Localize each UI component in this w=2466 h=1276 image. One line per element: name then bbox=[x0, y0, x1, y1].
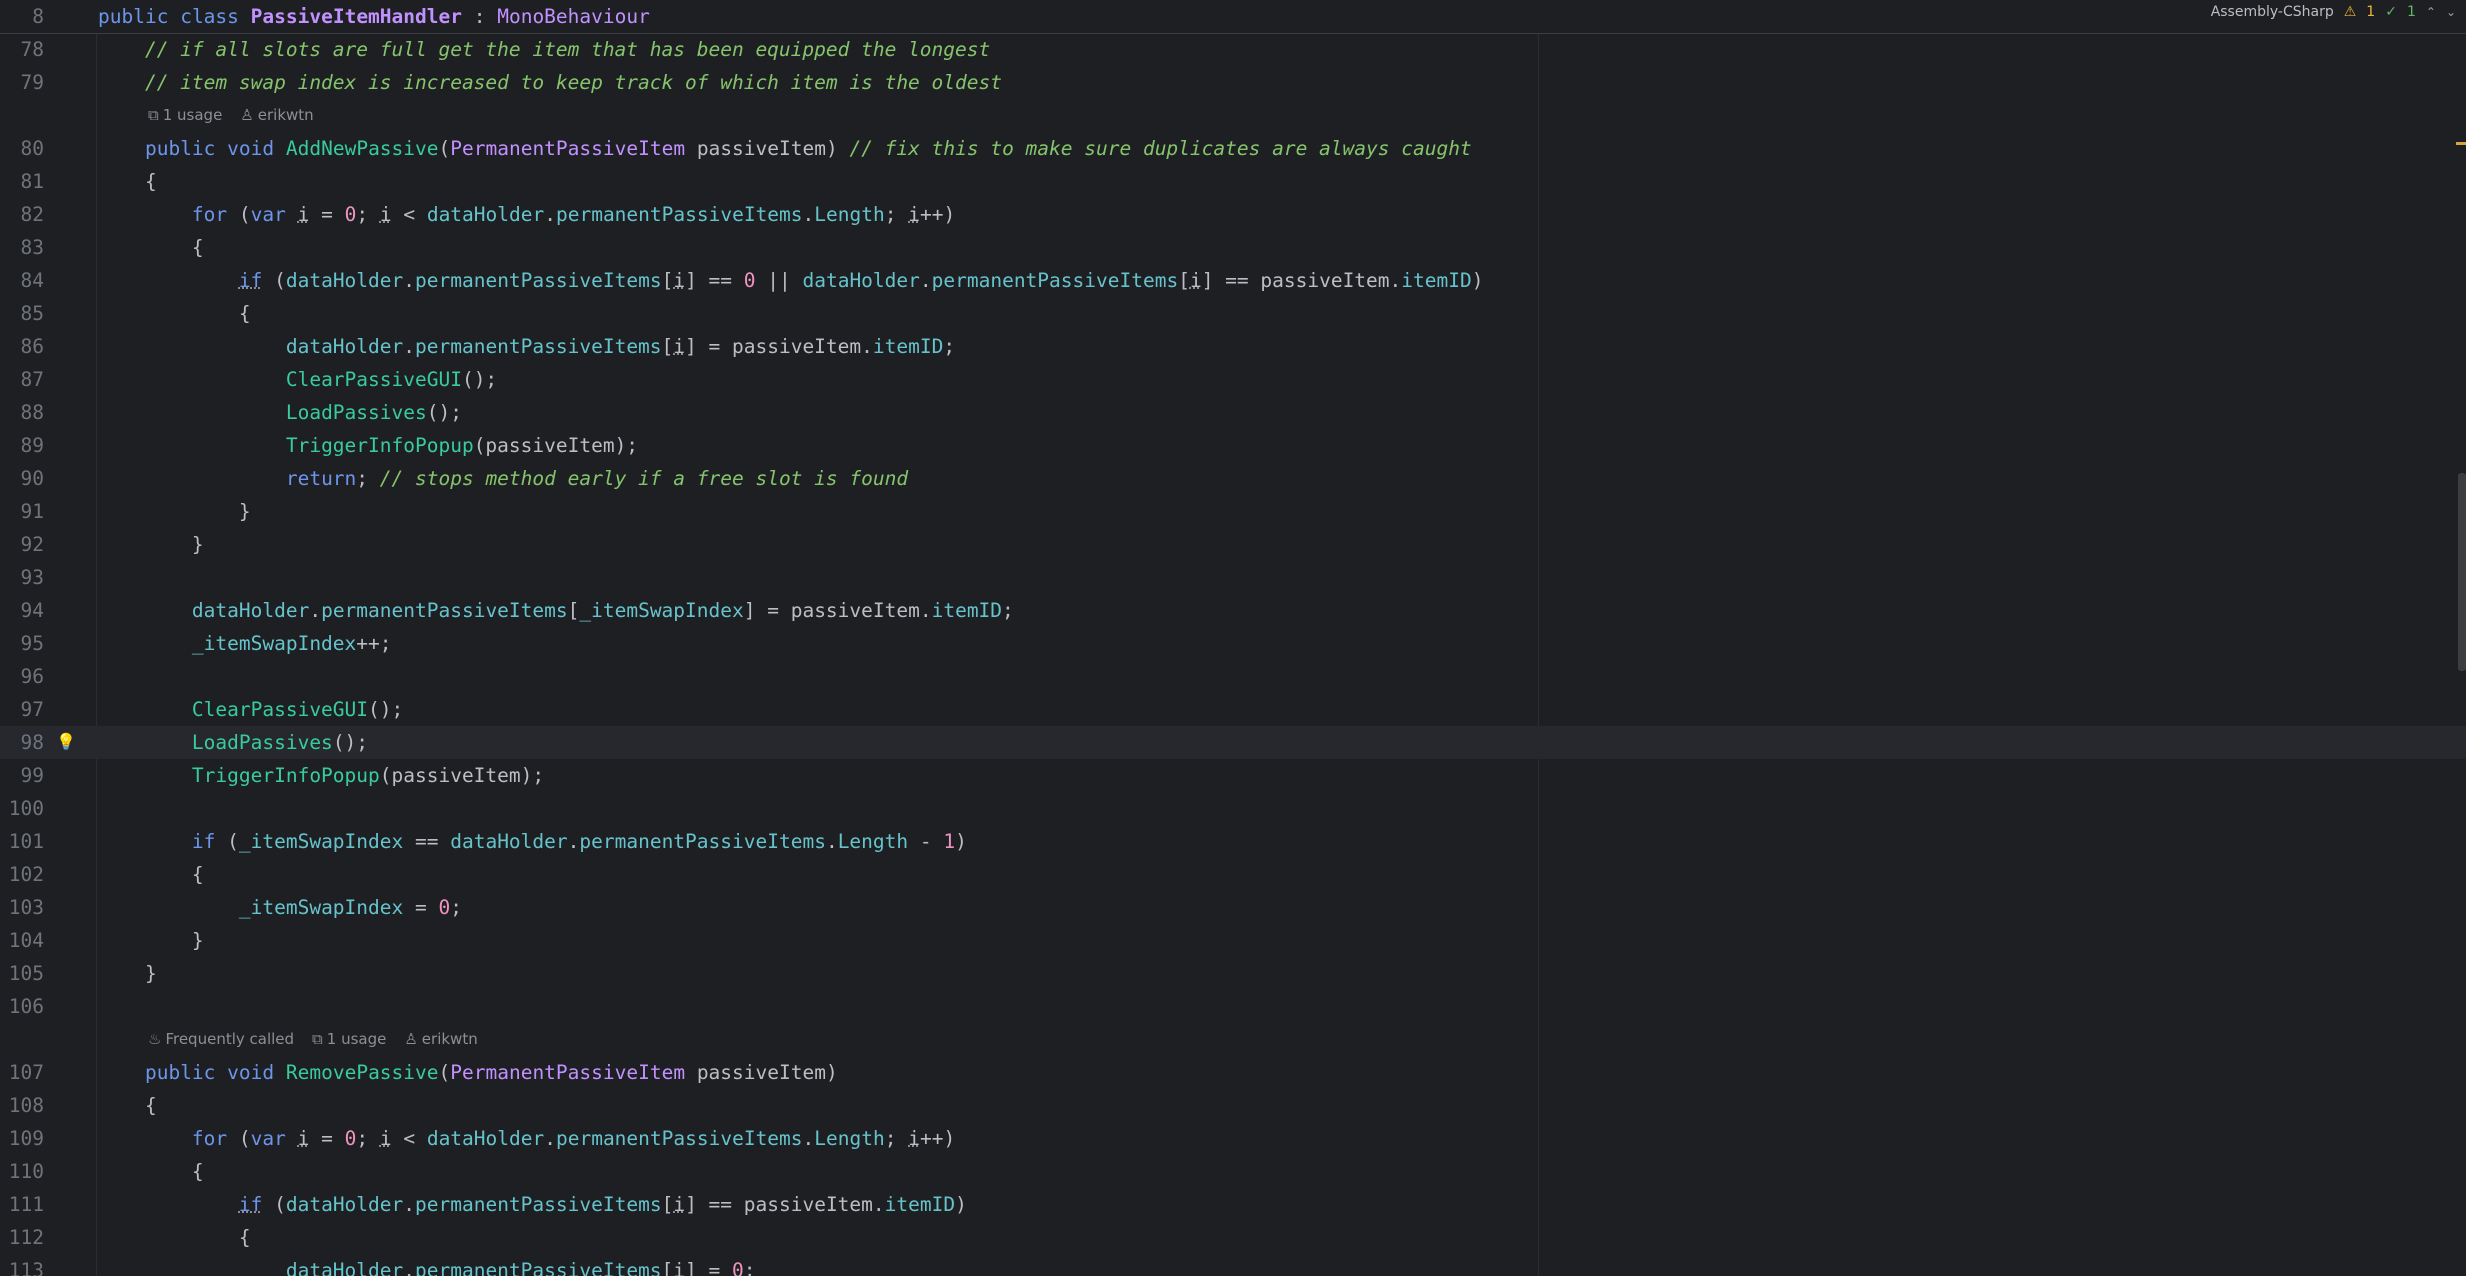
line-number: 85 bbox=[20, 302, 44, 325]
line-number: 91 bbox=[20, 500, 44, 523]
code-line[interactable]: 103 _itemSwapIndex = 0; bbox=[0, 891, 2466, 924]
line-number: 90 bbox=[20, 467, 44, 490]
line-number: 93 bbox=[20, 566, 44, 589]
line-number: 107 bbox=[8, 1061, 44, 1084]
code-line[interactable]: 79 // item swap index is increased to ke… bbox=[0, 66, 2466, 99]
check-count[interactable]: 1 bbox=[2407, 4, 2416, 20]
person-icon: ♙ bbox=[240, 106, 254, 124]
line-number: 83 bbox=[20, 236, 44, 259]
line-number: 99 bbox=[20, 764, 44, 787]
person-icon: ♙ bbox=[404, 1030, 418, 1048]
warning-icon[interactable]: ⚠ bbox=[2344, 4, 2357, 20]
line-number: 87 bbox=[20, 368, 44, 391]
line-number: 78 bbox=[20, 38, 44, 61]
line-number: 109 bbox=[8, 1127, 44, 1150]
line-number: 95 bbox=[20, 632, 44, 655]
line-number: 8 bbox=[32, 5, 44, 28]
code-line[interactable]: 105 } bbox=[0, 957, 2466, 990]
code-vision-hints: ♨ Frequently called ⧉ 1 usage ♙ erikwtn bbox=[0, 1023, 2466, 1056]
code-line[interactable]: 97 ClearPassiveGUI(); bbox=[0, 693, 2466, 726]
line-number: 106 bbox=[8, 995, 44, 1018]
line-number: 111 bbox=[8, 1193, 44, 1216]
code-line[interactable]: 85 { bbox=[0, 297, 2466, 330]
code-line[interactable]: 108 { bbox=[0, 1089, 2466, 1122]
author-hint[interactable]: ♙ erikwtn bbox=[240, 99, 313, 132]
line-number: 86 bbox=[20, 335, 44, 358]
line-number: 79 bbox=[20, 71, 44, 94]
line-number: 84 bbox=[20, 269, 44, 292]
code-line[interactable]: 93 bbox=[0, 561, 2466, 594]
lightbulb-icon[interactable]: 💡 bbox=[56, 732, 76, 752]
line-number: 97 bbox=[20, 698, 44, 721]
code-lines[interactable]: 78 // if all slots are full get the item… bbox=[0, 33, 2466, 1276]
line-number: 94 bbox=[20, 599, 44, 622]
code-line[interactable]: 101 if (_itemSwapIndex == dataHolder.per… bbox=[0, 825, 2466, 858]
line-number: 101 bbox=[8, 830, 44, 853]
project-context-label[interactable]: Assembly-CSharp bbox=[2211, 4, 2334, 20]
usage-icon: ⧉ bbox=[312, 1030, 323, 1048]
sticky-code-line: public class PassiveItemHandler : MonoBe… bbox=[98, 5, 650, 28]
code-line[interactable]: 111 if (dataHolder.permanentPassiveItems… bbox=[0, 1188, 2466, 1221]
line-number: 108 bbox=[8, 1094, 44, 1117]
line-number: 112 bbox=[8, 1226, 44, 1249]
code-line[interactable]: 109 for (var i = 0; i < dataHolder.perma… bbox=[0, 1122, 2466, 1155]
line-number: 104 bbox=[8, 929, 44, 952]
line-number: 81 bbox=[20, 170, 44, 193]
code-line[interactable]: 104 } bbox=[0, 924, 2466, 957]
check-icon[interactable]: ✓ bbox=[2385, 4, 2397, 20]
code-line[interactable]: 89 TriggerInfoPopup(passiveItem); bbox=[0, 429, 2466, 462]
code-line[interactable]: 78 // if all slots are full get the item… bbox=[0, 33, 2466, 66]
code-line[interactable]: 107 public void RemovePassive(PermanentP… bbox=[0, 1056, 2466, 1089]
frequency-hint[interactable]: ♨ Frequently called bbox=[148, 1023, 294, 1056]
code-line[interactable]: 84 if (dataHolder.permanentPassiveItems[… bbox=[0, 264, 2466, 297]
line-number: 102 bbox=[8, 863, 44, 886]
line-number: 100 bbox=[8, 797, 44, 820]
code-line[interactable]: 83 { bbox=[0, 231, 2466, 264]
line-number: 92 bbox=[20, 533, 44, 556]
usage-icon: ⧉ bbox=[148, 106, 159, 124]
line-number: 98 bbox=[20, 731, 44, 754]
chevron-up-icon[interactable]: ⌃ bbox=[2426, 5, 2436, 19]
line-number: 113 bbox=[8, 1259, 44, 1276]
code-line[interactable]: 82 for (var i = 0; i < dataHolder.perman… bbox=[0, 198, 2466, 231]
warning-count[interactable]: 1 bbox=[2366, 4, 2375, 20]
line-number: 105 bbox=[8, 962, 44, 985]
line-number: 110 bbox=[8, 1160, 44, 1183]
code-line[interactable]: 112 { bbox=[0, 1221, 2466, 1254]
line-number: 89 bbox=[20, 434, 44, 457]
code-line[interactable]: 95 _itemSwapIndex++; bbox=[0, 627, 2466, 660]
code-line[interactable]: 113 dataHolder.permanentPassiveItems[i] … bbox=[0, 1254, 2466, 1276]
code-line[interactable]: 88 LoadPassives(); bbox=[0, 396, 2466, 429]
code-line[interactable]: 86 dataHolder.permanentPassiveItems[i] =… bbox=[0, 330, 2466, 363]
line-number: 82 bbox=[20, 203, 44, 226]
chevron-down-icon[interactable]: ⌄ bbox=[2446, 5, 2456, 19]
code-editor[interactable]: 8 public class PassiveItemHandler : Mono… bbox=[0, 0, 2466, 1276]
usages-hint[interactable]: ⧉ 1 usage bbox=[148, 99, 222, 132]
line-number: 80 bbox=[20, 137, 44, 160]
code-line[interactable]: 102 { bbox=[0, 858, 2466, 891]
code-line[interactable]: 100 bbox=[0, 792, 2466, 825]
line-number: 103 bbox=[8, 896, 44, 919]
code-line[interactable]: 80 public void AddNewPassive(PermanentPa… bbox=[0, 132, 2466, 165]
code-line[interactable]: 110 { bbox=[0, 1155, 2466, 1188]
editor-status-widgets: Assembly-CSharp ⚠ 1 ✓ 1 ⌃ ⌄ bbox=[2211, 0, 2456, 24]
code-line[interactable]: 99 TriggerInfoPopup(passiveItem); bbox=[0, 759, 2466, 792]
code-line[interactable]: 92 } bbox=[0, 528, 2466, 561]
code-line-current[interactable]: 98 💡 LoadPassives(); bbox=[0, 726, 2466, 759]
sticky-scope-header[interactable]: 8 public class PassiveItemHandler : Mono… bbox=[0, 0, 2466, 34]
line-number: 96 bbox=[20, 665, 44, 688]
code-vision-hints: ⧉ 1 usage ♙ erikwtn bbox=[0, 99, 2466, 132]
code-line[interactable]: 81 { bbox=[0, 165, 2466, 198]
code-line[interactable]: 106 bbox=[0, 990, 2466, 1023]
code-line[interactable]: 90 return; // stops method early if a fr… bbox=[0, 462, 2466, 495]
line-number: 88 bbox=[20, 401, 44, 424]
code-line[interactable]: 96 bbox=[0, 660, 2466, 693]
flame-icon: ♨ bbox=[148, 1030, 162, 1048]
author-hint[interactable]: ♙ erikwtn bbox=[404, 1023, 477, 1056]
code-line[interactable]: 91 } bbox=[0, 495, 2466, 528]
code-line[interactable]: 87 ClearPassiveGUI(); bbox=[0, 363, 2466, 396]
code-line[interactable]: 94 dataHolder.permanentPassiveItems[_ite… bbox=[0, 594, 2466, 627]
usages-hint[interactable]: ⧉ 1 usage bbox=[312, 1023, 386, 1056]
